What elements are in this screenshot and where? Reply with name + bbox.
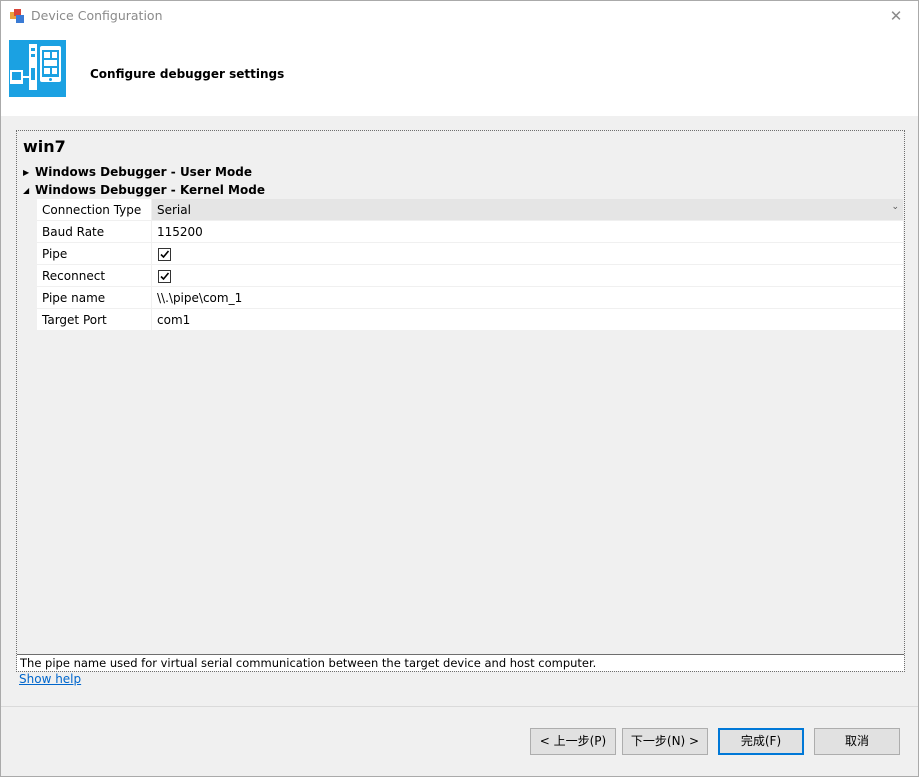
app-icon (10, 9, 24, 23)
property-row-connection-type[interactable]: Connection Type Serial ⌄ (37, 199, 903, 221)
reconnect-cell (151, 264, 903, 287)
section-label: Windows Debugger - User Mode (35, 165, 252, 179)
property-label: Target Port (37, 308, 152, 331)
pipe-cell (151, 242, 903, 265)
device-name: win7 (23, 137, 66, 156)
pipe-name-field[interactable]: \\.\pipe\com_1 (151, 286, 903, 309)
show-help-link[interactable]: Show help (19, 672, 81, 686)
footer-divider (1, 706, 918, 707)
property-row-baud-rate[interactable]: Baud Rate 115200 (37, 220, 903, 243)
connection-type-value: Serial (157, 202, 191, 217)
property-row-reconnect[interactable]: Reconnect (37, 264, 903, 287)
property-row-pipe[interactable]: Pipe (37, 242, 903, 265)
property-label: Connection Type (37, 199, 152, 221)
settings-panel: win7 ▶ Windows Debugger - User Mode ◢ Wind… (16, 130, 905, 672)
cancel-button[interactable]: 取消 (814, 728, 900, 755)
property-grid: Connection Type Serial ⌄ Baud Rate 11520… (37, 199, 903, 331)
wizard-header: Configure debugger settings (1, 31, 918, 116)
device-config-icon (9, 40, 66, 97)
connection-type-dropdown[interactable]: Serial ⌄ (151, 199, 903, 221)
close-button[interactable]: ✕ (874, 1, 918, 31)
property-row-target-port[interactable]: Target Port com1 (37, 308, 903, 331)
property-label: Reconnect (37, 264, 152, 287)
property-label: Pipe (37, 242, 152, 265)
property-description: The pipe name used for virtual serial co… (17, 654, 904, 671)
page-title: Configure debugger settings (90, 67, 285, 81)
back-button[interactable]: < 上一步(P) (530, 728, 616, 755)
expand-arrow-icon[interactable]: ▶ (23, 168, 35, 177)
window-title: Device Configuration (31, 8, 163, 23)
device-configuration-window: Device Configuration ✕ Configure debugge… (0, 0, 919, 777)
finish-button[interactable]: 完成(F) (718, 728, 804, 755)
next-button[interactable]: 下一步(N) > (622, 728, 708, 755)
baud-rate-field[interactable]: 115200 (151, 220, 903, 243)
section-kernel-mode[interactable]: ◢ Windows Debugger - Kernel Mode (23, 183, 265, 200)
collapse-arrow-icon[interactable]: ◢ (23, 186, 35, 195)
title-bar: Device Configuration ✕ (1, 1, 918, 31)
checkmark-icon (160, 271, 170, 280)
pipe-checkbox[interactable] (158, 247, 171, 261)
property-row-pipe-name[interactable]: Pipe name \\.\pipe\com_1 (37, 286, 903, 309)
target-port-field[interactable]: com1 (151, 308, 903, 331)
reconnect-checkbox[interactable] (158, 269, 171, 283)
property-label: Pipe name (37, 286, 152, 309)
chevron-down-icon[interactable]: ⌄ (891, 202, 899, 212)
checkmark-icon (160, 249, 170, 258)
section-label: Windows Debugger - Kernel Mode (35, 183, 265, 197)
property-label: Baud Rate (37, 220, 152, 243)
section-user-mode[interactable]: ▶ Windows Debugger - User Mode (23, 165, 252, 182)
